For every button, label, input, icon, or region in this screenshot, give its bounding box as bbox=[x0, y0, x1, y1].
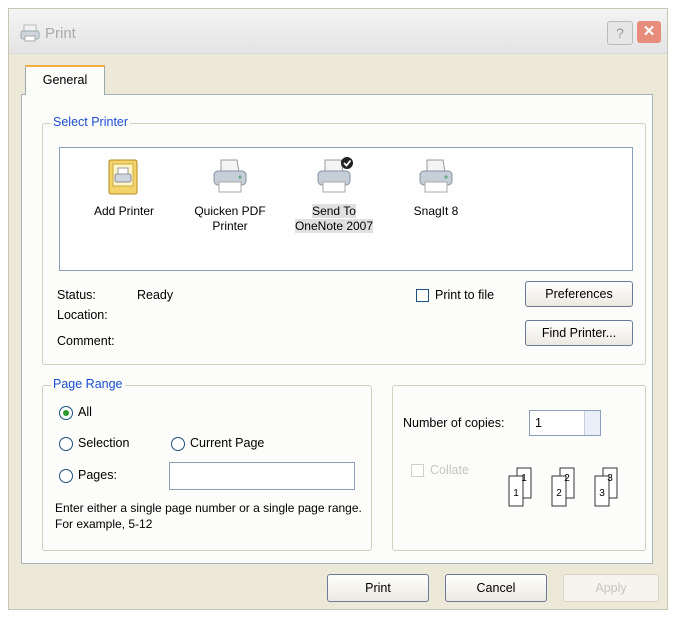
status-value: Ready bbox=[137, 288, 174, 302]
page-range-legend: Page Range bbox=[51, 377, 125, 391]
status-label: Status: bbox=[57, 288, 96, 302]
printer-name-line2: Printer bbox=[212, 219, 248, 233]
printer-name: Send To bbox=[312, 204, 356, 218]
all-radio[interactable] bbox=[59, 406, 73, 420]
print-to-file-label[interactable]: Print to file bbox=[435, 288, 494, 302]
printer-item-send-to-onenote[interactable]: Send To OneNote 2007 bbox=[278, 156, 390, 234]
selection-radio[interactable] bbox=[59, 437, 73, 451]
select-printer-legend: Select Printer bbox=[51, 115, 131, 129]
print-to-file-checkbox[interactable] bbox=[416, 289, 429, 302]
printer-name: Quicken PDF bbox=[194, 204, 266, 218]
collate-pages-icon: 1 1 2 2 3 3 bbox=[508, 467, 618, 507]
collate-page-number: 3 bbox=[607, 473, 613, 484]
copies-down-arrow[interactable] bbox=[584, 423, 600, 435]
title-bar[interactable]: Print ? ✕ bbox=[9, 9, 667, 54]
selection-radio-label[interactable]: Selection bbox=[78, 436, 129, 450]
number-of-copies-label: Number of copies: bbox=[403, 416, 505, 430]
tab-general-label: General bbox=[42, 73, 88, 87]
preferences-button[interactable]: Preferences bbox=[525, 281, 633, 307]
printer-app-icon bbox=[20, 24, 40, 42]
close-icon: ✕ bbox=[642, 23, 656, 40]
collate-checkbox[interactable] bbox=[411, 464, 424, 477]
collate-page-number: 1 bbox=[513, 488, 519, 499]
all-radio-label[interactable]: All bbox=[78, 405, 92, 419]
current-page-radio[interactable] bbox=[171, 437, 185, 451]
default-printer-icon bbox=[317, 157, 353, 193]
page-range-group: Page Range All Selection Current Page Pa… bbox=[42, 377, 372, 551]
cancel-button-label: Cancel bbox=[476, 581, 516, 595]
copies-value: 1 bbox=[535, 416, 542, 430]
pages-input[interactable] bbox=[169, 462, 355, 490]
apply-button-label: Apply bbox=[595, 581, 627, 595]
preferences-button-label: Preferences bbox=[545, 287, 613, 301]
collate-label[interactable]: Collate bbox=[430, 463, 469, 477]
collate-page-number: 1 bbox=[521, 473, 527, 484]
collate-page-number: 2 bbox=[564, 473, 570, 484]
comment-label: Comment: bbox=[57, 334, 115, 348]
find-printer-button[interactable]: Find Printer... bbox=[525, 320, 633, 346]
printer-name-line2: OneNote 2007 bbox=[294, 219, 374, 233]
copies-input[interactable]: 1 bbox=[529, 410, 601, 436]
printer-icon bbox=[419, 159, 453, 193]
apply-button[interactable]: Apply bbox=[563, 574, 659, 602]
printer-list[interactable]: Add Printer Quicken PDF Printer Send To … bbox=[59, 147, 633, 271]
add-printer-icon bbox=[108, 159, 138, 195]
window-title: Print bbox=[45, 25, 76, 42]
location-label: Location: bbox=[57, 308, 108, 322]
print-button-label: Print bbox=[365, 581, 391, 595]
select-printer-group: Select Printer Add Printer Quicken PDF P… bbox=[42, 115, 646, 365]
print-button[interactable]: Print bbox=[327, 574, 429, 602]
pages-radio-label[interactable]: Pages: bbox=[78, 468, 117, 482]
page-range-hint: Enter either a single page number or a s… bbox=[55, 501, 362, 531]
help-button[interactable]: ? bbox=[607, 21, 633, 45]
help-icon: ? bbox=[616, 25, 624, 41]
printer-name: SnagIt 8 bbox=[413, 204, 459, 218]
printer-name: Add Printer bbox=[93, 204, 155, 218]
collate-page-number: 3 bbox=[599, 488, 605, 499]
printer-item-add-printer[interactable]: Add Printer bbox=[68, 156, 180, 219]
find-printer-button-label: Find Printer... bbox=[541, 326, 617, 340]
copies-group: Number of copies: 1 Collate 1 1 2 2 3 3 bbox=[392, 385, 646, 551]
copies-up-arrow[interactable] bbox=[584, 411, 600, 423]
pages-radio[interactable] bbox=[59, 469, 73, 483]
collate-page-number: 2 bbox=[556, 488, 562, 499]
tab-general[interactable]: General bbox=[25, 65, 105, 95]
printer-item-snagit-8[interactable]: SnagIt 8 bbox=[380, 156, 492, 219]
printer-item-quicken-pdf[interactable]: Quicken PDF Printer bbox=[174, 156, 286, 234]
close-button[interactable]: ✕ bbox=[637, 21, 661, 43]
cancel-button[interactable]: Cancel bbox=[445, 574, 547, 602]
general-tab-panel: Select Printer Add Printer Quicken PDF P… bbox=[21, 94, 653, 564]
printer-icon bbox=[213, 159, 247, 193]
print-dialog: Print ? ✕ General Select Printer Add Pri… bbox=[8, 8, 668, 610]
current-page-radio-label[interactable]: Current Page bbox=[190, 436, 264, 450]
